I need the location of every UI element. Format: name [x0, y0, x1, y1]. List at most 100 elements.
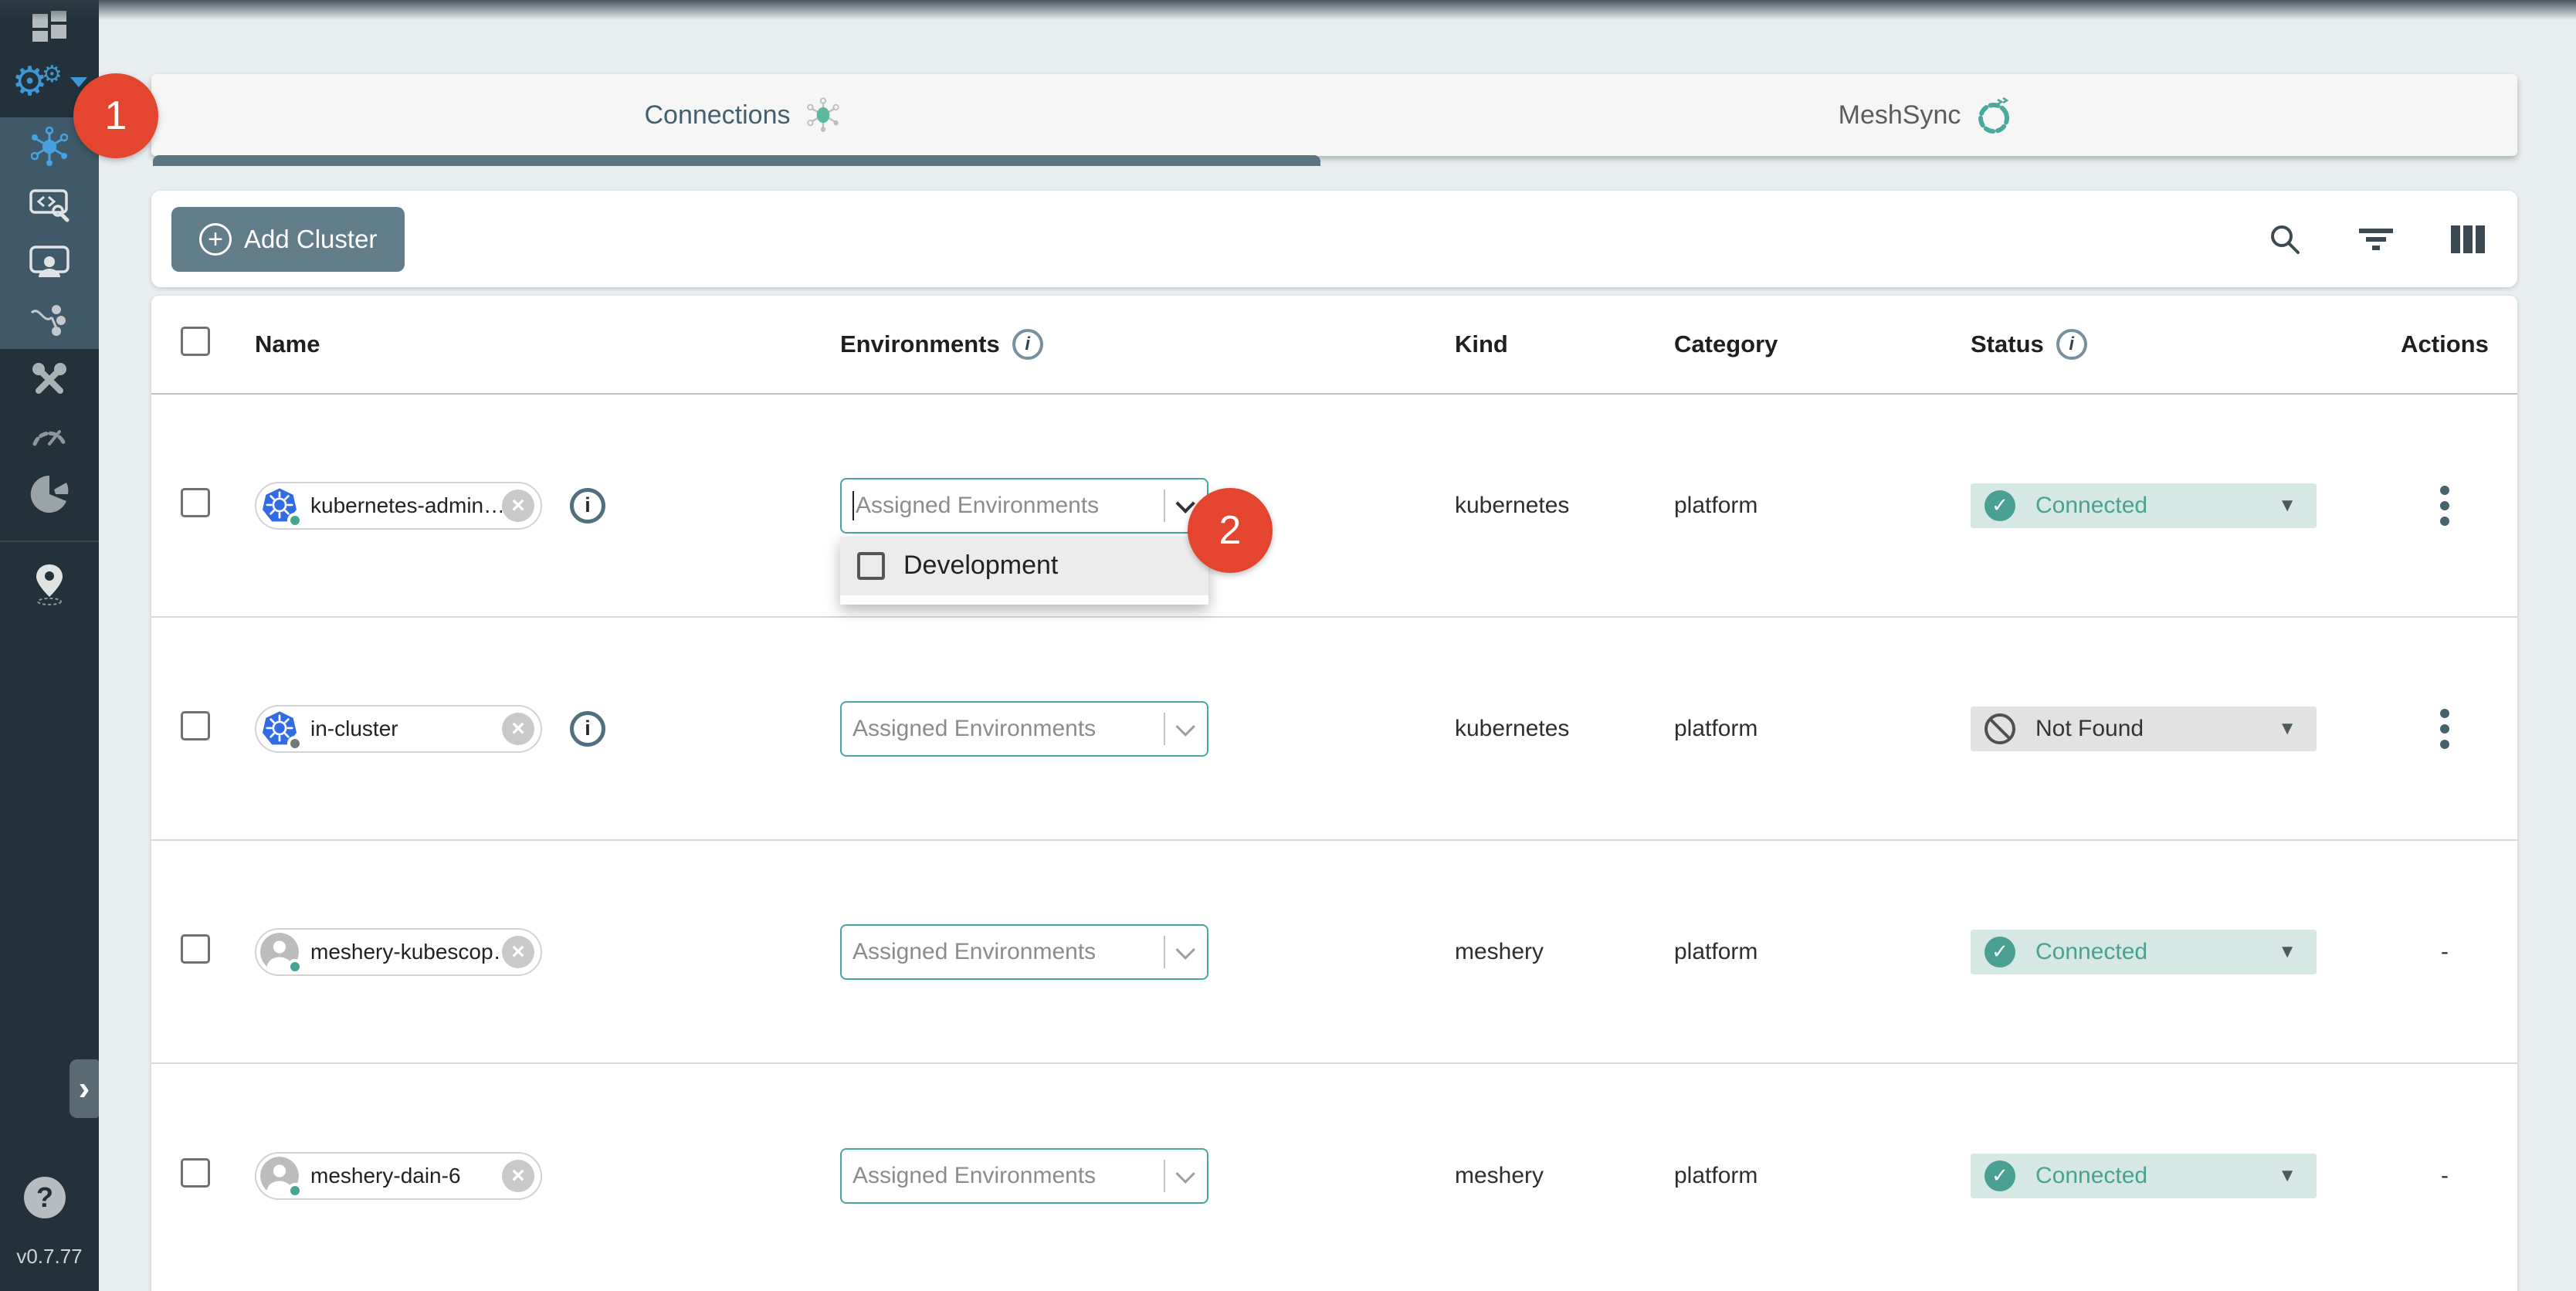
- sidebar-lifecycle-group: [0, 117, 99, 349]
- connection-status-dot: [287, 736, 303, 751]
- user-avatar-icon: [259, 1156, 300, 1196]
- tab-meshsync[interactable]: MeshSync: [1334, 74, 2517, 156]
- row-checkbox[interactable]: [181, 488, 210, 517]
- environments-info-icon[interactable]: i: [1012, 329, 1043, 360]
- sidebar-divider: [0, 540, 99, 542]
- connection-info-icon[interactable]: i: [570, 711, 605, 747]
- environments-dropdown: Development: [840, 537, 1208, 605]
- status-badge[interactable]: ✓ Connected ▼: [1971, 1154, 2317, 1198]
- environments-placeholder: Assigned Environments: [856, 493, 1158, 519]
- expand-chevron-icon: ›: [79, 1069, 90, 1108]
- environments-select[interactable]: Assigned Environments: [840, 701, 1208, 757]
- sidebar-item-registry[interactable]: [0, 553, 99, 615]
- connection-status-dot: [287, 1183, 303, 1198]
- lifecycle-gears-icon: ⚙⚙: [12, 62, 63, 102]
- connection-chip[interactable]: kubernetes-admin… ×: [255, 482, 542, 530]
- sidebar-item-dashboard[interactable]: [0, 6, 99, 49]
- sidebar-item-extensions[interactable]: [0, 466, 99, 522]
- remove-connection-icon[interactable]: ×: [502, 490, 534, 522]
- sidebar: ⚙⚙: [0, 0, 99, 1291]
- add-cluster-button[interactable]: + Add Cluster: [171, 207, 405, 272]
- status-badge[interactable]: Not Found ▼: [1971, 706, 2317, 751]
- table-row: kubernetes-admin… × i Assigned Environme…: [151, 395, 2517, 618]
- header-status: Status: [1971, 330, 2044, 358]
- kind-cell: meshery: [1455, 939, 1544, 964]
- chevron-down-icon: [1175, 1164, 1195, 1183]
- plus-icon: +: [199, 223, 232, 256]
- sidebar-expand-button[interactable]: ›: [69, 1059, 99, 1118]
- status-label: Connected: [2035, 1163, 2278, 1189]
- category-cell: platform: [1674, 939, 1757, 964]
- tab-connections[interactable]: Connections: [151, 74, 1334, 156]
- header-name: Name: [255, 330, 320, 358]
- kind-cell: kubernetes: [1455, 493, 1569, 518]
- dashboard-icon: [31, 9, 68, 46]
- sidebar-item-performance[interactable]: [0, 409, 99, 459]
- connected-check-icon: ✓: [1985, 490, 2015, 521]
- tabbar: Connections MeshSync: [151, 74, 2517, 156]
- help-icon: ?: [36, 1181, 53, 1214]
- sidebar-item-adapters[interactable]: [0, 175, 99, 233]
- connection-chip[interactable]: in-cluster ×: [255, 705, 542, 753]
- table-toolbar: + Add Cluster: [151, 191, 2517, 287]
- text-cursor: [852, 491, 854, 520]
- connection-chip[interactable]: meshery-kubescop… ×: [255, 928, 542, 976]
- category-cell: platform: [1674, 493, 1757, 518]
- connected-check-icon: ✓: [1985, 937, 2015, 967]
- sidebar-item-pipelines[interactable]: [0, 291, 99, 349]
- status-info-icon[interactable]: i: [2056, 329, 2087, 360]
- search-icon[interactable]: [2267, 222, 2303, 257]
- option-label: Development: [903, 551, 1058, 581]
- row-checkbox[interactable]: [181, 934, 210, 964]
- status-badge[interactable]: ✓ Connected ▼: [1971, 930, 2317, 974]
- wrench-icon: [30, 361, 69, 399]
- environments-placeholder: Assigned Environments: [852, 1163, 1158, 1189]
- connections-table: Name Environments i Kind Category Status…: [151, 296, 2517, 1291]
- environments-select[interactable]: Assigned Environments: [840, 924, 1208, 980]
- environments-select[interactable]: Assigned Environments: [840, 1148, 1208, 1204]
- row-actions-menu[interactable]: [2434, 479, 2456, 532]
- connection-name: in-cluster: [310, 717, 502, 741]
- active-tab-indicator[interactable]: [153, 155, 1320, 166]
- category-cell: platform: [1674, 716, 1757, 741]
- select-all-checkbox[interactable]: [181, 327, 210, 356]
- table-row: in-cluster × i Assigned Environments kub…: [151, 618, 2517, 841]
- kubernetes-icon: [259, 709, 300, 749]
- option-checkbox[interactable]: [857, 552, 885, 580]
- connection-info-icon[interactable]: i: [570, 488, 605, 524]
- row-actions-menu[interactable]: [2434, 703, 2456, 755]
- help-button[interactable]: ?: [24, 1177, 66, 1218]
- meshsync-spinner-icon: [1974, 93, 2013, 137]
- columns-icon[interactable]: [2449, 224, 2486, 255]
- environments-select[interactable]: Assigned Environments: [840, 478, 1208, 534]
- chevron-down-icon: [70, 77, 87, 87]
- filter-icon[interactable]: [2358, 225, 2394, 253]
- header-actions: Actions: [2401, 330, 2489, 358]
- sidebar-item-remote-sessions[interactable]: [0, 233, 99, 291]
- remove-connection-icon[interactable]: ×: [502, 936, 534, 968]
- connections-tab-icon: [805, 97, 842, 134]
- connection-chip[interactable]: meshery-dain-6 ×: [255, 1152, 542, 1200]
- category-cell: platform: [1674, 1163, 1757, 1188]
- row-checkbox[interactable]: [181, 711, 210, 740]
- row-checkbox[interactable]: [181, 1158, 210, 1188]
- connection-name: kubernetes-admin…: [310, 493, 502, 518]
- status-caret-icon: ▼: [2278, 941, 2296, 963]
- gauge-icon: [30, 421, 69, 447]
- status-caret-icon: ▼: [2278, 495, 2296, 517]
- tab-connections-label: Connections: [644, 100, 790, 130]
- extensions-pie-icon: [30, 475, 69, 513]
- environments-placeholder: Assigned Environments: [852, 716, 1158, 742]
- table-row: meshery-kubescop… × Assigned Environment…: [151, 841, 2517, 1064]
- sidebar-item-toolbox[interactable]: [0, 355, 99, 405]
- actions-empty: -: [2441, 1163, 2449, 1189]
- remove-connection-icon[interactable]: ×: [502, 713, 534, 745]
- chevron-down-icon: [1175, 940, 1195, 959]
- connected-check-icon: ✓: [1985, 1161, 2015, 1191]
- environment-option-development[interactable]: Development: [840, 537, 1208, 595]
- header-environments: Environments: [840, 330, 1000, 358]
- remove-connection-icon[interactable]: ×: [502, 1160, 534, 1192]
- annotation-step-1: 1: [73, 73, 158, 158]
- status-badge[interactable]: ✓ Connected ▼: [1971, 483, 2317, 528]
- toolbar-icons: [2267, 222, 2486, 257]
